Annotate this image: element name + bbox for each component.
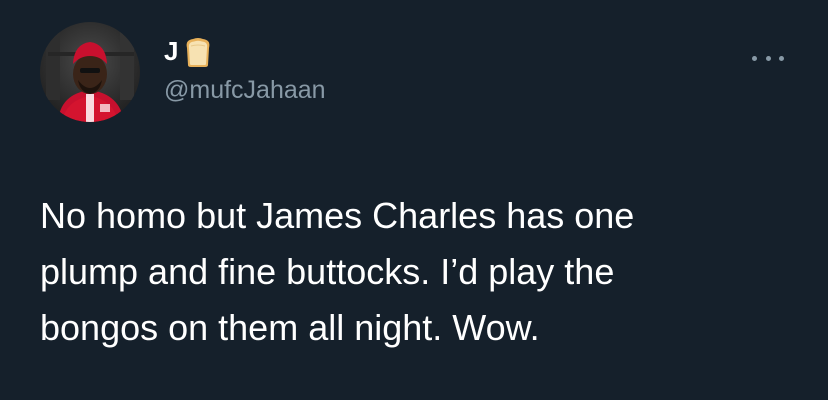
ellipsis-dot <box>779 55 784 61</box>
tweet-text: No homo but James Charles has one plump … <box>40 188 800 356</box>
tweet-text-line: plump and fine buttocks. I’d play the <box>40 251 615 292</box>
bread-icon <box>183 36 213 68</box>
display-name-row[interactable]: J <box>164 34 326 70</box>
tweet-card: J @mufcJahaan No homo but James Charles … <box>0 0 828 400</box>
ellipsis-icon[interactable] <box>752 50 784 66</box>
avatar[interactable] <box>40 22 140 122</box>
tweet-text-line: No homo but James Charles has one <box>40 195 635 236</box>
user-handle[interactable]: @mufcJahaan <box>164 76 326 105</box>
tweet-header: J @mufcJahaan <box>40 22 326 122</box>
ellipsis-dot <box>752 55 757 61</box>
author-names: J @mufcJahaan <box>164 34 326 105</box>
avatar-image <box>40 22 140 122</box>
tweet-text-line: bongos on them all night. Wow. <box>40 307 540 348</box>
ellipsis-dot <box>765 55 771 61</box>
display-name[interactable]: J <box>164 36 179 67</box>
